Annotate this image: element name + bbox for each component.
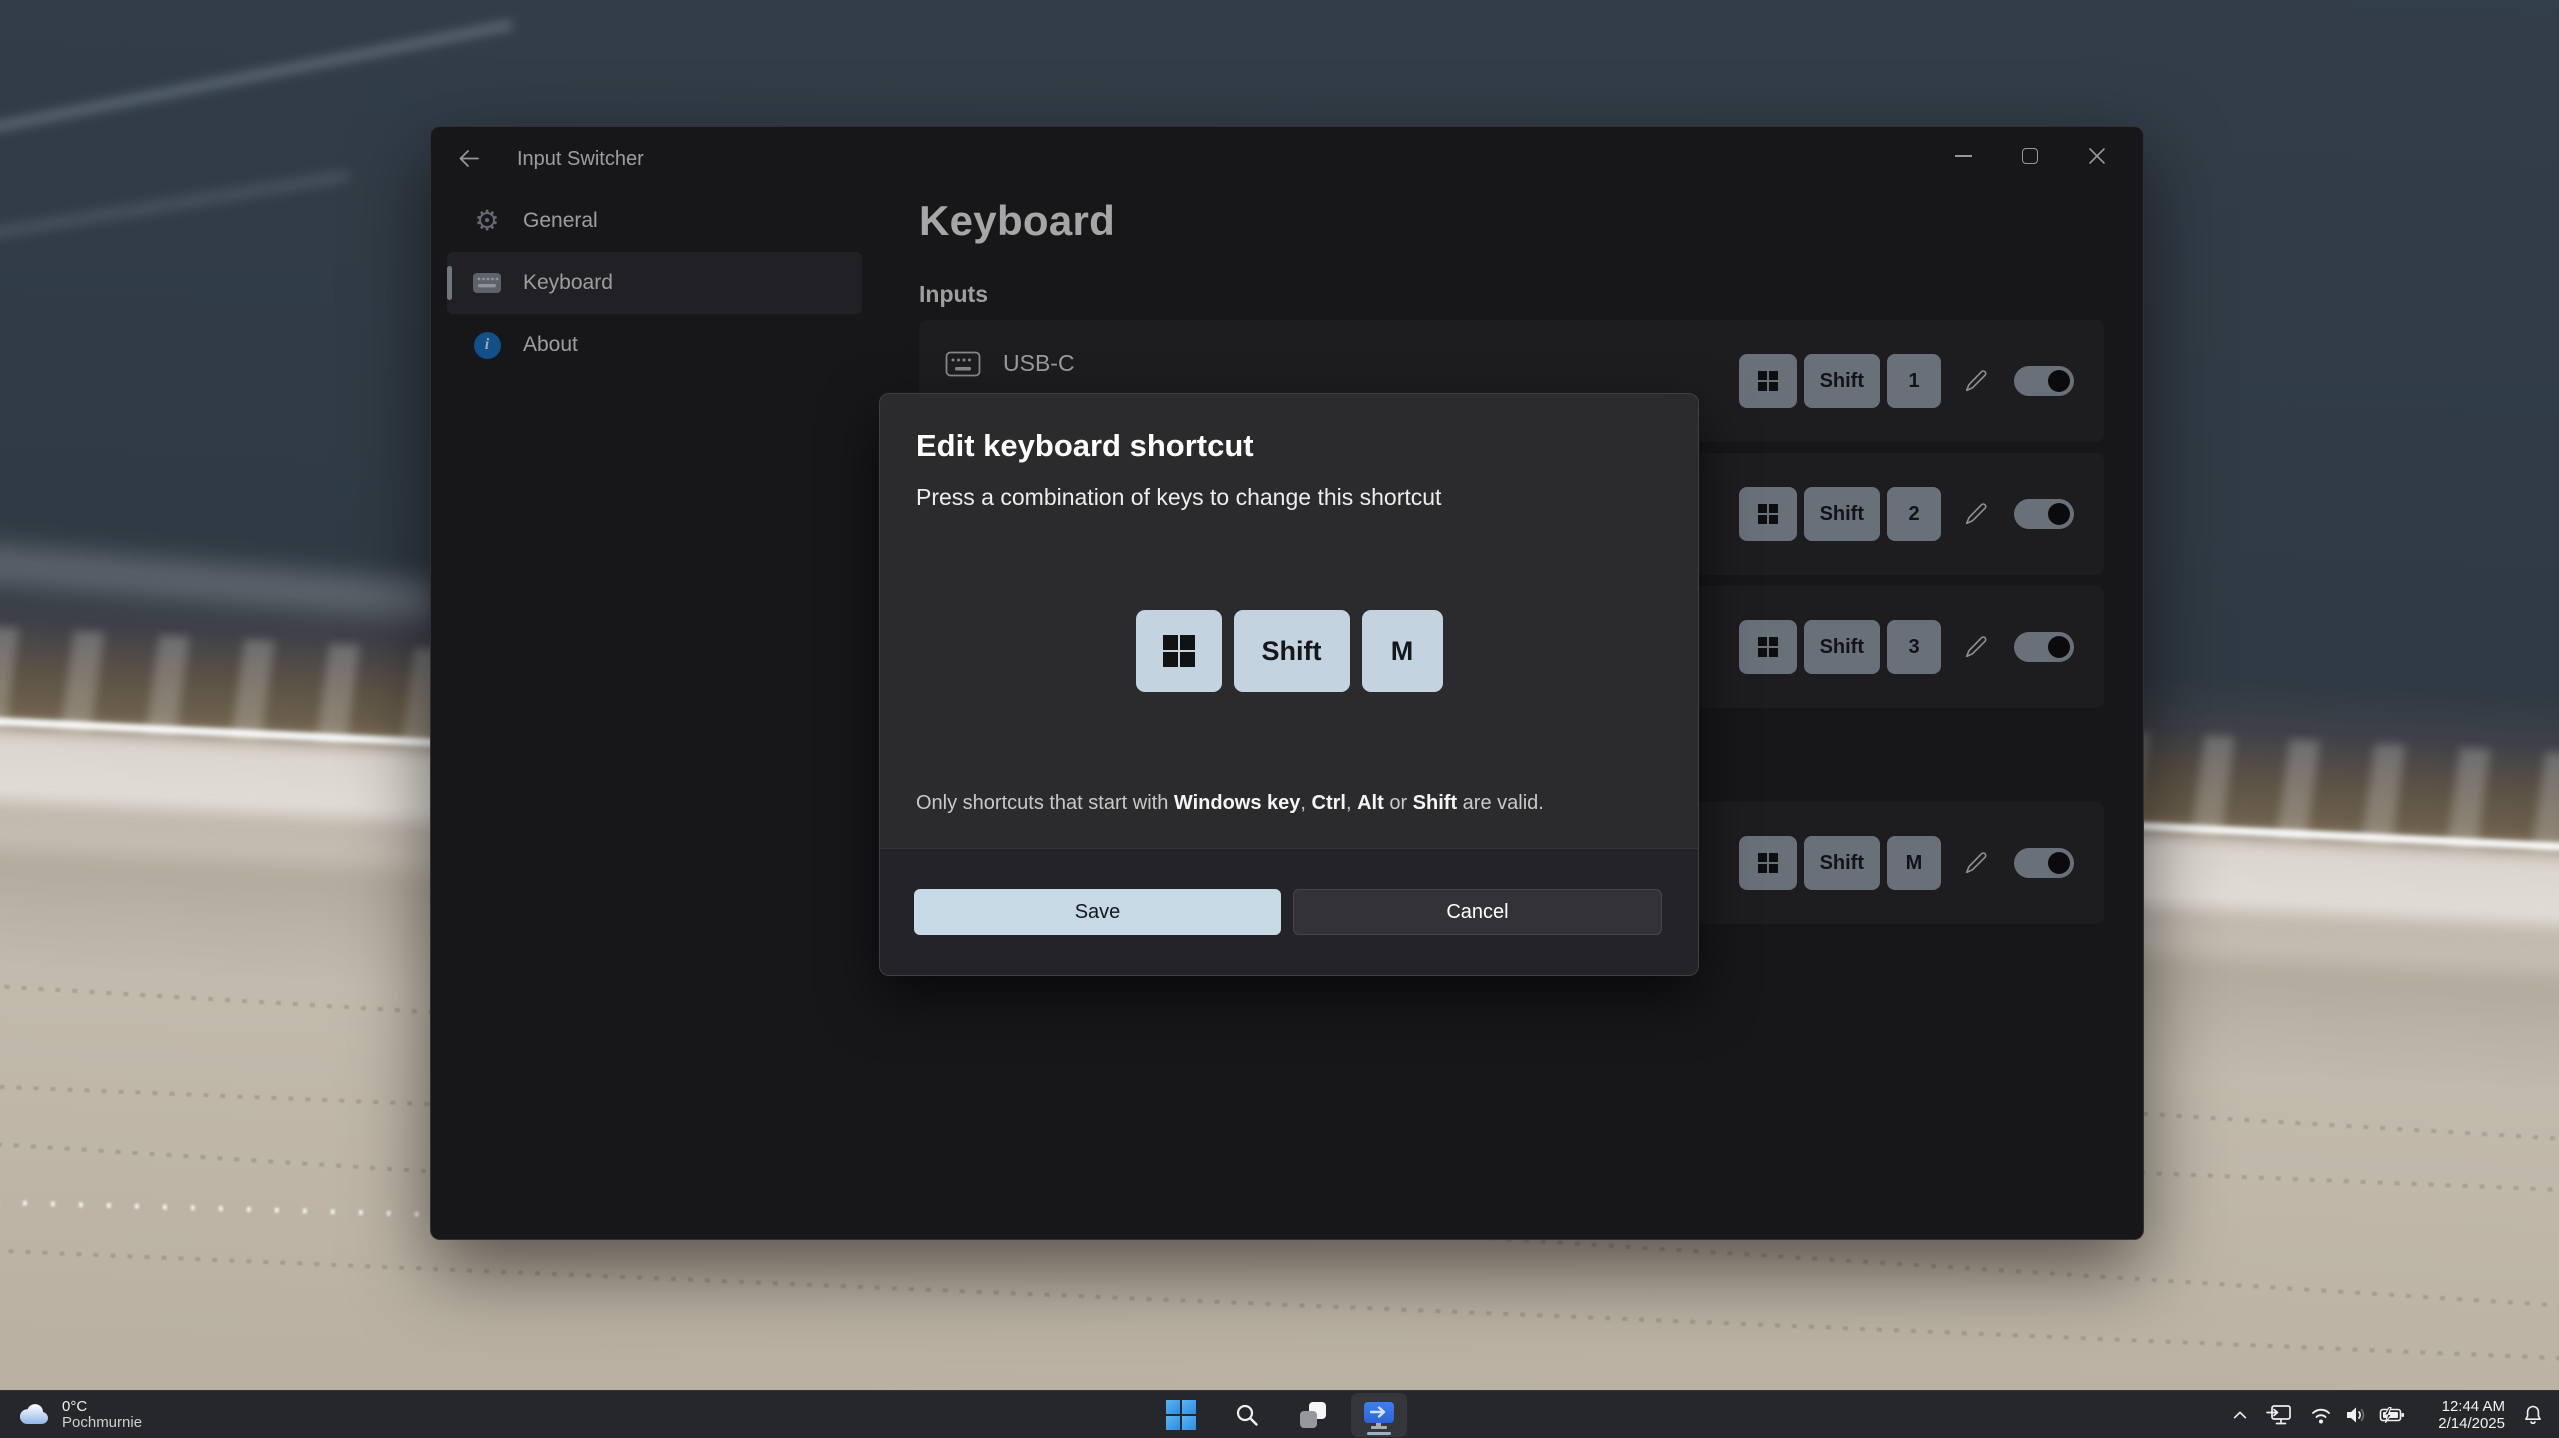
monitor-arrow-icon: [2265, 1403, 2293, 1427]
task-view-icon: [1300, 1402, 1326, 1428]
dialog-title: Edit keyboard shortcut: [916, 428, 1254, 464]
task-view-button[interactable]: [1285, 1393, 1341, 1437]
desktop: Input Switcher ⚙ General: [0, 0, 2559, 1438]
windows-logo-icon: [1163, 635, 1195, 667]
input-switcher-tray-button[interactable]: [2265, 1403, 2293, 1427]
taskbar: 0°C Pochmurnie: [0, 1390, 2559, 1438]
volume-icon: [2344, 1405, 2368, 1425]
windows-start-icon: [1166, 1400, 1196, 1430]
clock[interactable]: 12:44 AM 2/14/2025: [2421, 1398, 2505, 1432]
tray-overflow-button[interactable]: [2231, 1406, 2249, 1424]
active-app-indicator: [1367, 1432, 1391, 1435]
dialog-shortcut-keys: Shift M: [880, 610, 1698, 692]
weather-condition: Pochmurnie: [62, 1415, 142, 1431]
chevron-up-icon: [2231, 1406, 2249, 1424]
clock-date: 2/14/2025: [2421, 1415, 2505, 1432]
edit-shortcut-dialog: Edit keyboard shortcut Press a combinati…: [879, 393, 1699, 976]
search-button[interactable]: [1219, 1393, 1275, 1437]
shift-key: Shift: [1234, 610, 1350, 692]
weather-widget[interactable]: 0°C Pochmurnie: [10, 1391, 150, 1438]
key-cap: M: [1362, 610, 1443, 692]
start-button[interactable]: [1153, 1393, 1209, 1437]
dialog-validity-note: Only shortcuts that start with Windows k…: [916, 792, 1544, 815]
notifications-button[interactable]: [2521, 1403, 2545, 1427]
system-icons-button[interactable]: [2309, 1405, 2405, 1425]
weather-text: 0°C Pochmurnie: [62, 1399, 142, 1431]
cancel-button[interactable]: Cancel: [1293, 889, 1662, 935]
clock-time: 12:44 AM: [2421, 1398, 2505, 1415]
wifi-icon: [2309, 1405, 2333, 1425]
input-switcher-window: Input Switcher ⚙ General: [430, 126, 2144, 1240]
dialog-subtitle: Press a combination of keys to change th…: [916, 484, 1441, 511]
system-tray: 12:44 AM 2/14/2025: [2231, 1391, 2545, 1438]
weather-temperature: 0°C: [62, 1399, 142, 1415]
battery-charging-icon: [2379, 1405, 2405, 1425]
save-button[interactable]: Save: [914, 889, 1281, 935]
dialog-footer: Save Cancel: [880, 848, 1698, 975]
win-key: [1136, 610, 1222, 692]
input-switcher-taskbar-button[interactable]: [1351, 1393, 1407, 1437]
bell-icon: [2521, 1403, 2545, 1427]
search-icon: [1234, 1402, 1260, 1428]
taskbar-center: [1153, 1391, 1407, 1438]
input-switcher-app-icon: [1364, 1402, 1394, 1429]
cloud-icon: [18, 1403, 52, 1427]
